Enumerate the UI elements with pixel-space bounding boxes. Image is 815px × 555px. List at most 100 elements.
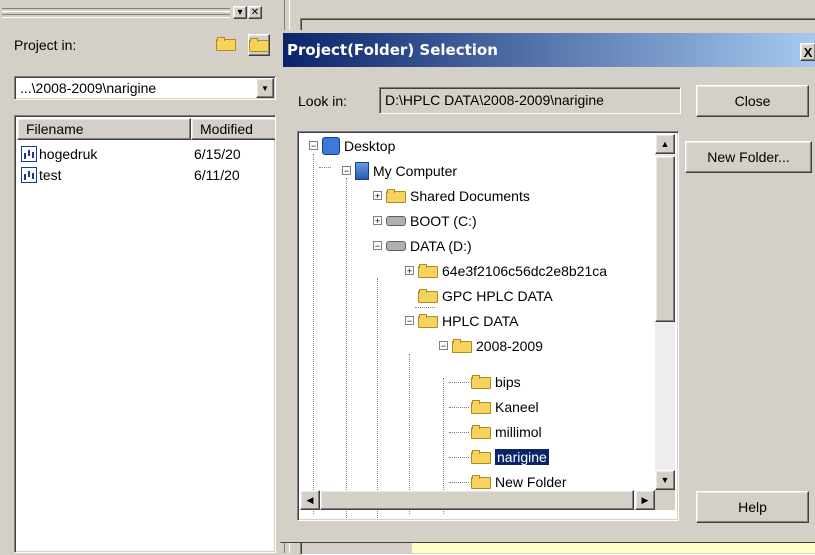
horizontal-scroll-thumb[interactable]	[320, 490, 634, 510]
folder-icon	[471, 425, 491, 439]
select-folder-button[interactable]	[248, 34, 270, 56]
tree-item-label: BOOT (C:)	[410, 213, 477, 229]
column-header-filename[interactable]: Filename	[17, 118, 191, 140]
tree-item-label: bips	[495, 374, 521, 390]
tree-item-kaneel[interactable]: Kaneel	[471, 396, 539, 418]
folder-icon	[418, 264, 438, 278]
dialog-title: Project(Folder) Selection	[287, 41, 498, 59]
tree-line	[449, 407, 469, 408]
chart-file-icon	[21, 146, 37, 162]
tree-item-label: Kaneel	[495, 399, 539, 415]
new-folder-button[interactable]: New Folder...	[685, 141, 812, 173]
tree-item-bips[interactable]: bips	[471, 371, 521, 393]
folder-icon	[418, 289, 438, 303]
expand-toggle[interactable]: +	[373, 216, 382, 226]
desktop-icon	[322, 137, 340, 155]
close-icon[interactable]: X	[800, 43, 815, 61]
scroll-down-icon[interactable]: ▼	[655, 470, 675, 490]
vertical-scrollbar[interactable]: ▲ ▼	[655, 134, 675, 490]
tree-line	[449, 457, 469, 458]
scroll-left-icon[interactable]: ◀	[300, 490, 320, 510]
folder-icon	[471, 400, 491, 414]
folder-open-icon	[418, 314, 438, 328]
close-button[interactable]: Close	[696, 85, 809, 117]
folder-icon	[249, 38, 269, 52]
scroll-right-icon[interactable]: ▶	[635, 490, 655, 510]
panel-controls: ▾ ✕	[232, 2, 262, 19]
tree-item-label: Shared Documents	[410, 188, 530, 204]
tree-item-desktop[interactable]: Desktop	[322, 135, 395, 157]
tree-item-label: My Computer	[373, 163, 458, 179]
panel-close-button[interactable]: ✕	[248, 6, 262, 19]
background-grid-strip	[412, 542, 815, 553]
collapse-toggle[interactable]: −	[439, 341, 448, 351]
tree-item-shared-documents[interactable]: Shared Documents	[386, 185, 530, 207]
tree-item-boot-c[interactable]: BOOT (C:)	[386, 210, 477, 232]
scrollbar-corner	[655, 490, 675, 510]
folder-icon	[386, 189, 406, 203]
tree-item-my-computer[interactable]: My Computer	[355, 160, 457, 182]
tree-item-label: 2008-2009	[476, 338, 543, 354]
look-in-label: Look in:	[298, 93, 348, 109]
expand-toggle[interactable]: +	[405, 266, 414, 276]
collapse-toggle[interactable]: −	[342, 166, 351, 176]
file-name: test	[39, 167, 62, 183]
project-path-value: ...\2008-2009\narigine	[20, 80, 157, 96]
collapse-toggle[interactable]: −	[405, 316, 414, 326]
folder-icon	[471, 375, 491, 389]
tree-line	[449, 432, 469, 433]
tree-item-label-selected: narigine	[495, 449, 549, 465]
look-in-value: D:\HPLC DATA\2008-2009\narigine	[385, 92, 604, 108]
file-list[interactable]: Filename Modified hogedruk 6/15/20 test …	[14, 115, 276, 553]
folder-open-icon	[452, 339, 472, 353]
tree-line	[313, 154, 314, 514]
tree-line	[415, 307, 435, 308]
scroll-up-icon[interactable]: ▲	[655, 134, 675, 154]
chevron-down-icon[interactable]: ▼	[256, 78, 274, 98]
dialog-titlebar[interactable]: Project(Folder) Selection X	[283, 33, 815, 67]
tree-item-narigine[interactable]: narigine	[471, 446, 549, 468]
tree-item-label: New Folder	[495, 474, 567, 490]
vertical-scroll-thumb[interactable]	[655, 156, 675, 322]
drive-icon	[386, 216, 406, 226]
help-button[interactable]: Help	[696, 491, 809, 523]
list-item[interactable]: hogedruk 6/15/20	[21, 144, 241, 164]
computer-icon	[355, 162, 369, 180]
tree-item-label: DATA (D:)	[410, 238, 472, 254]
tree-line	[377, 278, 378, 518]
chart-file-icon	[21, 167, 37, 183]
tree-item-label: millimol	[495, 424, 542, 440]
panel-grip[interactable]	[2, 6, 230, 18]
collapse-toggle[interactable]: −	[373, 241, 382, 251]
tree-item-gpc-hplc-data[interactable]: GPC HPLC DATA	[418, 285, 553, 307]
folder-open-icon	[216, 37, 236, 51]
tree-item-2008-2009[interactable]: 2008-2009	[452, 335, 543, 357]
project-panel: ▾ ✕ Project in: ...\2008-2009\narigine ▼ …	[0, 0, 282, 553]
project-in-label: Project in:	[14, 37, 77, 53]
panel-dropdown-button[interactable]: ▾	[233, 6, 247, 19]
tree-item-data-d[interactable]: DATA (D:)	[386, 235, 472, 257]
folder-open-icon	[471, 450, 491, 464]
list-item[interactable]: test 6/11/20	[21, 165, 240, 185]
file-modified: 6/15/20	[194, 146, 241, 162]
look-in-field: D:\HPLC DATA\2008-2009\narigine	[379, 87, 681, 114]
tree-item-hplc-data[interactable]: HPLC DATA	[418, 310, 519, 332]
tree-item-label: 64e3f2106c56dc2e8b21ca	[442, 263, 608, 279]
collapse-toggle[interactable]: −	[309, 141, 318, 151]
tree-line	[449, 482, 469, 483]
horizontal-scrollbar[interactable]: ◀ ▶	[300, 490, 655, 510]
folder-icon	[471, 475, 491, 489]
tree-item-64e3f[interactable]: 64e3f2106c56dc2e8b21ca	[418, 260, 607, 282]
tree-line	[346, 178, 347, 518]
file-name: hogedruk	[39, 146, 98, 162]
tree-item-label: GPC HPLC DATA	[442, 288, 553, 304]
file-modified: 6/11/20	[194, 167, 240, 183]
project-path-combo[interactable]: ...\2008-2009\narigine ▼	[14, 76, 276, 100]
tree-item-label: Desktop	[344, 138, 396, 154]
expand-toggle[interactable]: +	[373, 191, 382, 201]
open-folder-button[interactable]	[216, 34, 238, 56]
tree-line	[449, 382, 469, 383]
column-header-modified[interactable]: Modified	[191, 118, 275, 140]
folder-tree[interactable]: − − + + − + − − Desktop My Computer Shar…	[297, 131, 679, 521]
tree-item-millimol[interactable]: millimol	[471, 421, 542, 443]
